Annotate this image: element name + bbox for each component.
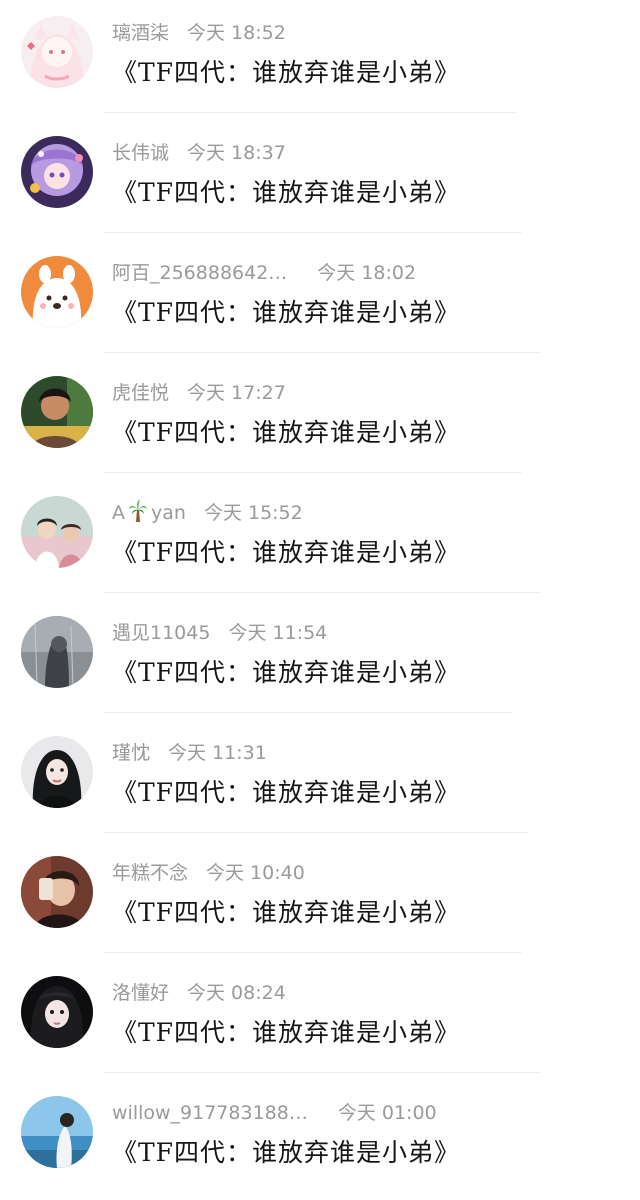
divider <box>104 1072 540 1073</box>
avatar-image <box>21 616 93 688</box>
avatar[interactable] <box>21 16 93 88</box>
username[interactable]: 长伟诚 <box>112 142 169 164</box>
list-item[interactable]: 瑾忱 今天 11:31 《TF四代：谁放弃谁是小弟》 <box>0 720 640 840</box>
username[interactable]: 年糕不念 <box>112 862 188 884</box>
avatar-image <box>21 496 93 568</box>
comment-text: 《TF四代：谁放弃谁是小弟》 <box>112 658 461 687</box>
timestamp: 今天 10:40 <box>206 862 305 884</box>
timestamp: 今天 15:52 <box>203 502 303 524</box>
username-prefix: A <box>112 502 125 524</box>
list-item[interactable]: 长伟诚 今天 18:37 《TF四代：谁放弃谁是小弟》 <box>0 120 640 240</box>
divider <box>104 952 522 953</box>
avatar[interactable] <box>21 136 93 208</box>
comment-text: 《TF四代：谁放弃谁是小弟》 <box>112 178 461 207</box>
avatar[interactable] <box>21 1096 93 1168</box>
timestamp: 今天 01:00 <box>337 1102 437 1124</box>
avatar-image <box>21 16 93 88</box>
comment-list: 璃酒柒 今天 18:52 《TF四代：谁放弃谁是小弟》 长伟诚 今天 18:37 《… <box>0 0 640 1183</box>
list-item[interactable]: willow_917783188… 今天 01:00 《TF四代：谁放弃谁是小弟》 <box>0 1080 640 1200</box>
list-item[interactable]: 璃酒柒 今天 18:52 《TF四代：谁放弃谁是小弟》 <box>0 0 640 120</box>
avatar[interactable] <box>21 976 93 1048</box>
timestamp: 今天 18:02 <box>317 262 417 284</box>
username[interactable]: 洛懂好 <box>112 982 169 1004</box>
avatar-image <box>21 256 93 328</box>
avatar[interactable] <box>21 736 93 808</box>
divider <box>104 232 522 233</box>
timestamp: 今天 11:54 <box>228 622 328 644</box>
comment-meta: 瑾忱 今天 11:31 <box>112 740 267 766</box>
username[interactable]: willow_917783188… <box>112 1102 308 1124</box>
divider <box>104 832 528 833</box>
username[interactable]: 璃酒柒 <box>112 22 169 44</box>
list-item[interactable]: 虎佳悦 今天 17:27 《TF四代：谁放弃谁是小弟》 <box>0 360 640 480</box>
timestamp: 今天 11:31 <box>168 742 267 764</box>
timestamp: 今天 18:37 <box>187 142 286 164</box>
comment-text: 《TF四代：谁放弃谁是小弟》 <box>112 1018 461 1047</box>
username[interactable]: 虎佳悦 <box>112 382 169 404</box>
list-item[interactable]: 洛懂好 今天 08:24 《TF四代：谁放弃谁是小弟》 <box>0 960 640 1080</box>
comment-meta: 璃酒柒 今天 18:52 <box>112 20 286 46</box>
comment-meta: 洛懂好 今天 08:24 <box>112 980 286 1006</box>
list-item[interactable]: Ayan 今天 15:52 《TF四代：谁放弃谁是小弟》 <box>0 480 640 600</box>
comment-meta: Ayan 今天 15:52 <box>112 500 303 526</box>
avatar-image <box>21 736 93 808</box>
comment-text: 《TF四代：谁放弃谁是小弟》 <box>112 418 461 447</box>
avatar[interactable] <box>21 496 93 568</box>
list-item[interactable]: 年糕不念 今天 10:40 《TF四代：谁放弃谁是小弟》 <box>0 840 640 960</box>
divider <box>104 592 540 593</box>
avatar[interactable] <box>21 376 93 448</box>
comment-meta: 长伟诚 今天 18:37 <box>112 140 286 166</box>
comment-text: 《TF四代：谁放弃谁是小弟》 <box>112 58 461 87</box>
comment-meta: 虎佳悦 今天 17:27 <box>112 380 286 406</box>
comment-meta: 遇见11045 今天 11:54 <box>112 620 327 646</box>
timestamp: 今天 08:24 <box>187 982 286 1004</box>
username[interactable]: 遇见11045 <box>112 622 210 644</box>
avatar[interactable] <box>21 616 93 688</box>
avatar-image <box>21 976 93 1048</box>
list-item[interactable]: 阿百_256888642… 今天 18:02 《TF四代：谁放弃谁是小弟》 <box>0 240 640 360</box>
timestamp: 今天 18:52 <box>187 22 286 44</box>
divider <box>104 472 522 473</box>
comment-text: 《TF四代：谁放弃谁是小弟》 <box>112 898 461 927</box>
comment-meta: willow_917783188… 今天 01:00 <box>112 1100 437 1126</box>
avatar[interactable] <box>21 856 93 928</box>
divider <box>104 352 540 353</box>
comment-meta: 阿百_256888642… 今天 18:02 <box>112 260 416 286</box>
comment-meta: 年糕不念 今天 10:40 <box>112 860 305 886</box>
avatar-image <box>21 856 93 928</box>
username-suffix: yan <box>151 502 186 524</box>
comment-text: 《TF四代：谁放弃谁是小弟》 <box>112 538 461 567</box>
divider <box>104 112 516 113</box>
divider <box>104 712 512 713</box>
comment-text: 《TF四代：谁放弃谁是小弟》 <box>112 1138 461 1167</box>
username[interactable]: 阿百_256888642… <box>112 262 287 284</box>
palm-tree-icon <box>129 500 147 522</box>
list-item[interactable]: 遇见11045 今天 11:54 《TF四代：谁放弃谁是小弟》 <box>0 600 640 720</box>
username[interactable]: 瑾忱 <box>112 742 150 764</box>
avatar-image <box>21 376 93 448</box>
comment-text: 《TF四代：谁放弃谁是小弟》 <box>112 298 461 327</box>
avatar-image <box>21 1096 93 1168</box>
comment-text: 《TF四代：谁放弃谁是小弟》 <box>112 778 461 807</box>
avatar[interactable] <box>21 256 93 328</box>
timestamp: 今天 17:27 <box>187 382 286 404</box>
avatar-image <box>21 136 93 208</box>
username[interactable]: Ayan <box>112 500 186 524</box>
